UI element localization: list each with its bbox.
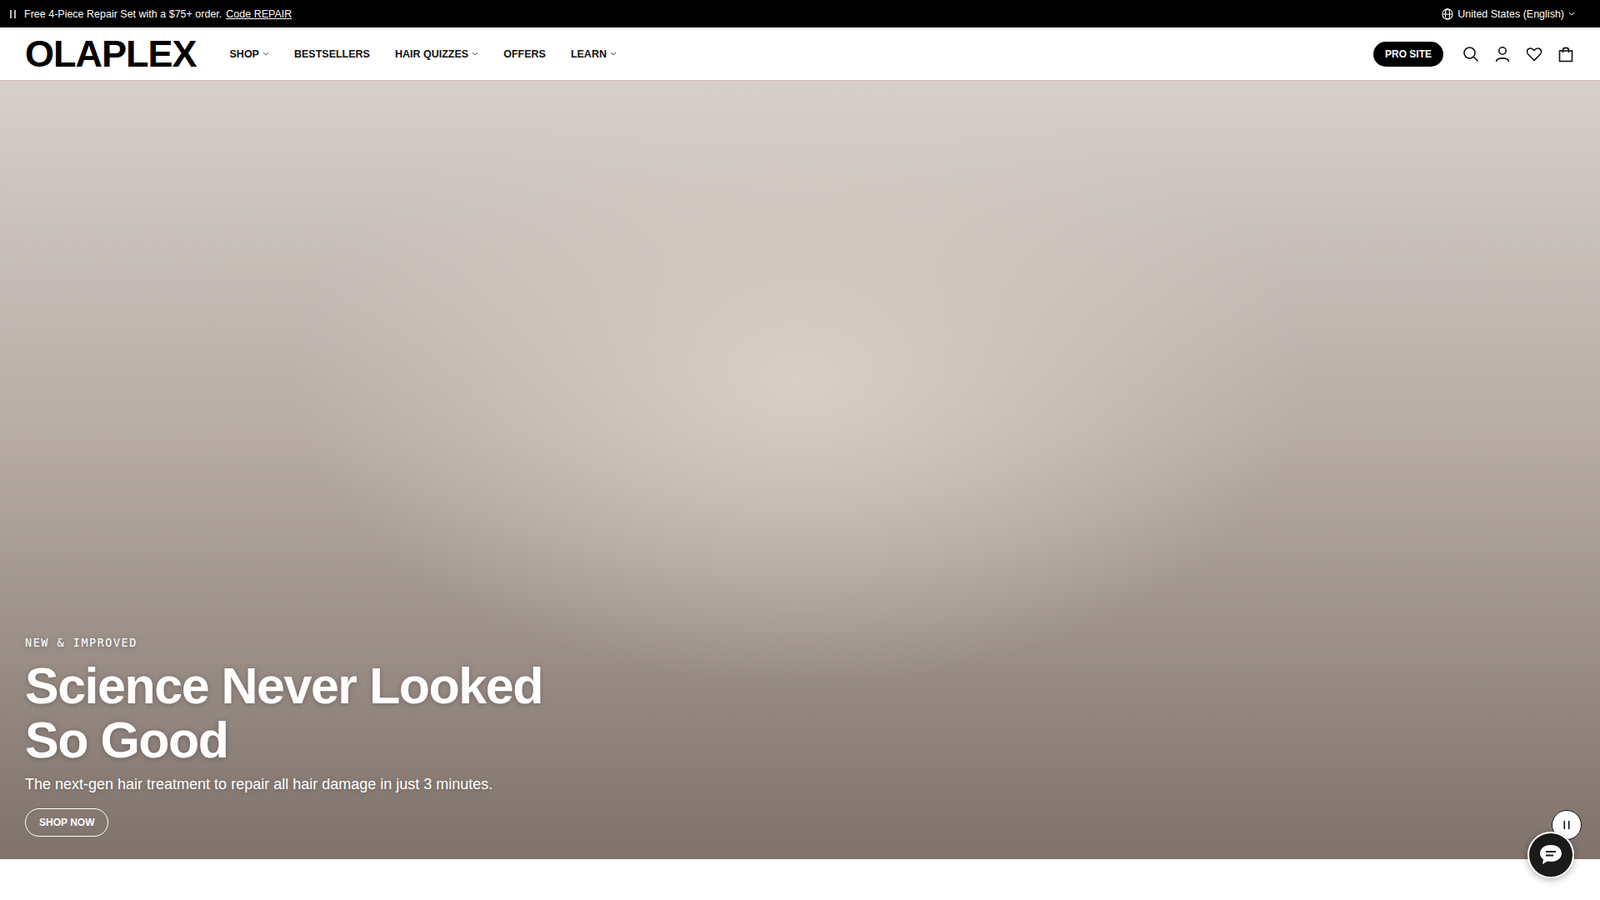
nav-item[interactable]: BESTSELLERS — [294, 48, 370, 60]
hero-banner: NEW & IMPROVED Science Never LookedSo Goo… — [0, 80, 1600, 860]
page: Free 4-Piece Repair Set with a $75+ orde… — [0, 0, 1600, 900]
locale-label: United States (English) — [1457, 8, 1565, 20]
chat-bubble-icon — [1538, 843, 1564, 867]
nav-item[interactable]: SHOP — [230, 48, 270, 60]
nav-item[interactable]: LEARN — [570, 48, 617, 60]
chevron-down-icon — [1568, 11, 1575, 16]
chevron-down-icon — [262, 51, 270, 56]
heart-icon — [1525, 45, 1543, 63]
hero-content: NEW & IMPROVED Science Never LookedSo Goo… — [25, 635, 1575, 837]
nav-item[interactable]: HAIR QUIZZES — [395, 48, 479, 60]
page-content — [0, 859, 1600, 900]
shop-now-button[interactable]: SHOP NOW — [25, 808, 109, 837]
chevron-down-icon — [610, 51, 617, 56]
account-icon — [1494, 45, 1511, 63]
cart-button[interactable] — [1556, 45, 1575, 64]
announcement-code-link[interactable]: Code REPAIR — [225, 8, 292, 20]
account-button[interactable] — [1493, 45, 1512, 64]
main-nav: SHOP BESTSELLERS HAIR QUIZZES OFFERS LEARN — [230, 48, 617, 60]
pro-site-button[interactable]: PRO SITE — [1373, 41, 1444, 67]
announcement-text: Free 4-Piece Repair Set with a $75+ orde… — [24, 8, 222, 20]
site-header: OLAPLEX SHOP BESTSELLERS HAIR QUIZZES OFFERS… — [0, 27, 1600, 81]
announcement-pause-button[interactable] — [10, 10, 17, 19]
bag-icon — [1557, 45, 1575, 63]
olaplex-logo[interactable]: OLAPLEX — [25, 35, 197, 73]
pause-icon — [10, 10, 17, 19]
nav-item[interactable]: OFFERS — [503, 48, 546, 60]
pause-icon — [1562, 820, 1571, 830]
globe-icon — [1441, 8, 1454, 20]
wishlist-button[interactable] — [1525, 45, 1544, 64]
announcement-bar: Free 4-Piece Repair Set with a $75+ orde… — [0, 0, 1600, 28]
hero-subtitle: The next-gen hair treatment to repair al… — [25, 775, 493, 794]
chevron-down-icon — [471, 51, 479, 56]
locale-selector[interactable]: United States (English) — [1441, 8, 1575, 20]
search-button[interactable] — [1461, 45, 1480, 64]
chat-button[interactable] — [1527, 831, 1575, 879]
search-icon — [1462, 45, 1480, 63]
hero-eyebrow: NEW & IMPROVED — [25, 635, 138, 650]
hero-title: Science Never LookedSo Good — [25, 659, 543, 768]
